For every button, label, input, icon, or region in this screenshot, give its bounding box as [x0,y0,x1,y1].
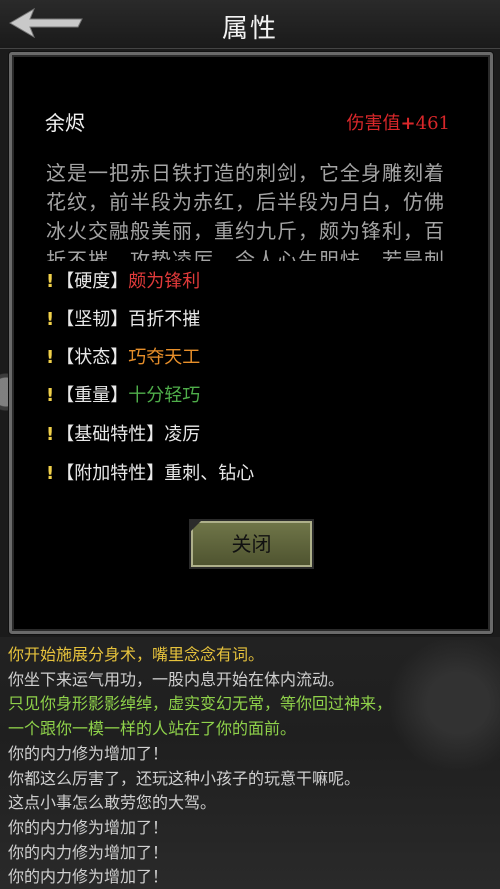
button-corner-decoration [191,521,201,531]
log-line: 一个跟你一模一样的人站在了你的面前。 [8,719,297,738]
attribute-key: 【状态】 [56,347,129,368]
log-line: 你都这么厉害了，还玩这种小孩子的玩意干嘛呢。 [8,769,361,788]
attribute-hardness: ! 【硬度】颇为锋利 [46,267,200,293]
attribute-key: 【重量】 [56,385,129,406]
damage-stat: 伤害值+461 [347,109,450,135]
item-name: 余烬 [45,111,85,135]
log-line: 你的内力修为增加了！ [8,744,169,763]
log-line: 你的内力修为增加了！ [8,867,169,886]
close-button[interactable]: 关闭 [189,519,314,569]
exclamation-icon: ! [46,347,55,368]
attribute-toughness: ! 【坚韧】百折不摧 [46,305,200,331]
attribute-value: 重刺、钻心 [164,463,255,484]
exclamation-icon: ! [46,271,55,292]
item-detail-dialog: 余烬 伤害值+461 这是一把赤日铁打造的刺剑，它全身雕刻着 花纹，前半段为赤红… [9,52,493,634]
attribute-value: 十分轻巧 [128,385,201,406]
attribute-value: 凌厉 [164,424,201,445]
attribute-value: 百折不摧 [128,309,201,330]
log-line: 你的内力修为增加了！ [8,843,169,862]
attribute-key: 【硬度】 [56,271,129,292]
header-bar: 属性 [0,0,500,49]
damage-sign: + [400,113,416,134]
attribute-key: 【基础特性】 [56,424,165,445]
log-line: 这点小事怎么敢劳您的大驾。 [8,793,217,812]
log-line: 你的内力修为增加了！ [8,818,169,837]
damage-value: 461 [415,113,450,134]
attribute-extra-trait: ! 【附加特性】重刺、钻心 [46,459,254,485]
ink-wash-decoration [360,640,500,800]
attribute-weight: ! 【重量】十分轻巧 [46,381,200,407]
attribute-value: 颇为锋利 [128,271,201,292]
description-line: 冰火交融般美丽，重约九斤，颇为锋利，百 [46,219,445,243]
attribute-key: 【坚韧】 [56,309,129,330]
attribute-key: 【附加特性】 [56,463,165,484]
exclamation-icon: ! [46,309,55,330]
description-line: 这是一把赤日铁打造的刺剑，它全身雕刻着 [46,161,445,185]
description-line: 花纹，前半段为赤红，后半段为月白，仿佛 [46,190,445,214]
exclamation-icon: ! [46,385,55,406]
description-line: 折不摧，攻势凌厉，令人心生胆怯，若是刺 [46,248,445,261]
log-line: 你开始施展分身术，嘴里念念有词。 [8,645,265,664]
attribute-base-trait: ! 【基础特性】凌厉 [46,420,200,446]
attribute-value: 巧夺天工 [128,347,201,368]
item-description[interactable]: 这是一把赤日铁打造的刺剑，它全身雕刻着 花纹，前半段为赤红，后半段为月白，仿佛 … [46,159,476,261]
page-title: 属性 [221,14,278,44]
attribute-state: ! 【状态】巧夺天工 [46,343,200,369]
close-button-label: 关闭 [231,532,272,556]
damage-label: 伤害值 [346,113,401,134]
exclamation-icon: ! [46,463,55,484]
log-line: 你坐下来运气用功，一股内息开始在体内流动。 [8,670,345,689]
log-line: 只见你身形影影绰绰，虚实变幻无常，等你回过神来， [8,694,393,713]
exclamation-icon: ! [46,424,55,445]
